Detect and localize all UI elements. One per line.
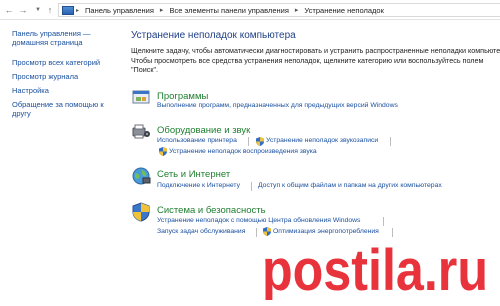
troubleshoot-playback-link[interactable]: Устранение неполадок воспроизведения зву… (169, 148, 317, 155)
shield-icon (159, 147, 167, 156)
shield-icon (263, 227, 271, 236)
control-panel-icon (62, 5, 74, 15)
system-security-icon[interactable] (131, 202, 151, 222)
connect-internet-link[interactable]: Подключение к Интернету (157, 182, 240, 189)
view-all-categories-link[interactable]: Просмотр всех категорий (12, 58, 100, 67)
view-history-link[interactable]: Просмотр журнала (12, 72, 78, 81)
control-panel-home-link[interactable]: Панель управления — домашняя страница (12, 29, 120, 47)
postila-watermark-logo: postila.ru (262, 238, 488, 300)
breadcrumb-control-panel[interactable]: Панель управления (85, 6, 154, 15)
shared-folders-link[interactable]: Доступ к общим файлам и папкам на других… (258, 182, 442, 189)
chevron-right-icon[interactable]: ▸ (295, 6, 299, 14)
hardware-sound-icon[interactable] (131, 122, 151, 142)
chevron-right-icon[interactable]: ▸ (76, 7, 79, 14)
category-network-title[interactable]: Сеть и Интернет (157, 169, 230, 180)
settings-link[interactable]: Настройка (12, 86, 49, 95)
link-separator (392, 228, 393, 237)
use-printer-link[interactable]: Использование принтера (157, 137, 237, 144)
back-arrow-icon[interactable]: ← (3, 4, 15, 16)
up-arrow-icon[interactable]: ↑ (44, 4, 56, 16)
network-icon[interactable] (131, 166, 151, 186)
chevron-right-icon[interactable]: ▸ (160, 6, 164, 14)
link-separator (256, 228, 257, 237)
category-system-security-title[interactable]: Система и безопасность (157, 205, 266, 216)
link-separator (251, 182, 252, 191)
address-bar: ← → ▼ ↑ ▸ Панель управления ▸ Все элемен… (0, 0, 500, 20)
category-hardware-sound-title[interactable]: Оборудование и звук (157, 125, 250, 136)
power-optimization-link[interactable]: Оптимизация энергопотребления (273, 228, 379, 235)
link-separator (248, 137, 249, 146)
recent-locations-chevron-icon[interactable]: ▼ (32, 4, 44, 16)
run-maintenance-link[interactable]: Запуск задач обслуживания (157, 228, 245, 235)
link-separator (390, 137, 391, 146)
programs-icon[interactable] (131, 88, 151, 108)
breadcrumb-troubleshooting[interactable]: Устранение неполадок (304, 6, 383, 15)
breadcrumb[interactable]: ▸ Панель управления ▸ Все элементы панел… (58, 3, 500, 17)
windows-update-troubleshoot-link[interactable]: Устранение неполадок с помощью Центра об… (157, 217, 360, 224)
get-help-from-friend-link[interactable]: Обращение за помощью к другу (12, 100, 112, 118)
run-old-programs-link[interactable]: Выполнение программ, предназначенных для… (157, 102, 398, 109)
category-programs-title[interactable]: Программы (157, 91, 208, 102)
shield-icon (256, 137, 264, 146)
page-description: Щелкните задачу, чтобы автоматически диа… (131, 46, 500, 74)
troubleshoot-recording-link[interactable]: Устранение неполадок звукозаписи (266, 137, 378, 144)
forward-arrow-icon[interactable]: → (17, 4, 29, 16)
page-title: Устранение неполадок компьютера (131, 30, 296, 41)
link-separator (383, 217, 384, 226)
svg-text:postila.ru: postila.ru (262, 238, 488, 300)
breadcrumb-all-items[interactable]: Все элементы панели управления (169, 6, 288, 15)
left-pane: Панель управления — домашняя страница Пр… (0, 20, 122, 306)
